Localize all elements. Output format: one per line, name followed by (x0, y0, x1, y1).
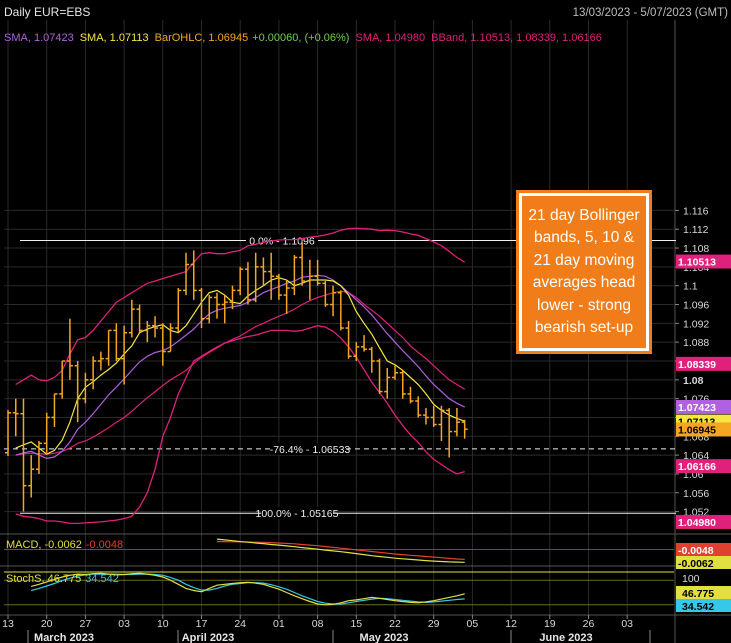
date-tick-label: 12 (505, 618, 517, 630)
price-tick-label: 1.1 (683, 281, 698, 293)
macd-legend-value2: -0.0048 (86, 539, 123, 551)
macd-legend: MACD, -0.0062 -0.0048 (6, 539, 123, 551)
price-tick-label: 1.108 (683, 243, 709, 255)
month-label: June 2023 (539, 632, 592, 643)
fib-label: 0.0% - 1.1096 (249, 236, 315, 248)
date-tick-label: 05 (467, 618, 479, 630)
month-label: March 2023 (34, 632, 94, 643)
legend-sma3-value: 1.04980 (385, 32, 425, 44)
price-tick-label: 1.116 (683, 205, 709, 217)
legend-bband-name: BBand, (431, 32, 470, 44)
legend-ohlc-name: BarOHLC, (155, 32, 209, 44)
date-tick-label: 01 (273, 618, 285, 630)
stoch-tag-label: 46.775 (682, 588, 714, 600)
date-tick-label: 15 (350, 618, 362, 630)
main-legend: SMA, 1.07423 SMA, 1.07113 BarOHLC, 1.06945… (4, 32, 602, 44)
legend-bband-values: 1.10513, 1.08339, 1.06166 (470, 32, 602, 44)
chart-title: Daily EUR=EBS (4, 5, 90, 19)
price-tick-label: 1.08 (683, 375, 704, 387)
date-tick-label: 29 (428, 618, 440, 630)
date-tick-label: 27 (80, 618, 92, 630)
price-tick-label: 1.092 (683, 318, 709, 330)
price-tag-label: 1.04980 (678, 517, 716, 529)
date-tick-label: 03 (621, 618, 633, 630)
legend-sma3-name: SMA, (355, 32, 385, 44)
annotation-callout: 21 day Bollinger bands, 5, 10 & 21 day m… (516, 190, 652, 354)
date-tick-label: 17 (196, 618, 208, 630)
legend-ohlc-change: +0.00060, (+0.06%) (252, 32, 349, 44)
stoch-tag-label: 34.542 (682, 601, 714, 613)
legend-sma1-value: 1.07423 (34, 32, 74, 44)
fib-label: 100.0% - 1.05165 (256, 508, 339, 520)
date-tick-label: 22 (389, 618, 401, 630)
date-tick-label: 13 (2, 618, 14, 630)
price-tag-label: 1.10513 (678, 257, 716, 269)
date-tick-label: 08 (312, 618, 324, 630)
macd-legend-value1: -0.0062 (45, 539, 82, 551)
chart-date-range: 13/03/2023 - 5/07/2023 (GMT) (573, 7, 729, 19)
date-tick-label: 20 (41, 618, 53, 630)
macd-legend-name: MACD, (6, 539, 45, 551)
macd-tag-label: -0.0062 (678, 558, 714, 570)
legend-sma1-name: SMA, (4, 32, 34, 44)
stoch-legend-value2: 34.542 (85, 573, 119, 585)
month-label: May 2023 (360, 632, 409, 643)
month-label: April 2023 (182, 632, 235, 643)
legend-ohlc-value: 1.06945 (208, 32, 248, 44)
stoch-legend-name: StochS, (6, 573, 48, 585)
macd-tag-label: -0.0048 (678, 545, 714, 557)
price-tag-label: 1.07423 (678, 402, 716, 414)
stoch-legend: StochS, 46.775 34.542 (6, 573, 119, 585)
legend-sma2-name: SMA, (80, 32, 110, 44)
annotation-callout-text: 21 day Bollinger bands, 5, 10 & 21 day m… (522, 196, 646, 348)
date-tick-label: 19 (544, 618, 556, 630)
price-tag-label: 1.06945 (678, 424, 716, 436)
stoch-legend-value1: 46.775 (48, 573, 82, 585)
stoch-tag-label: 100 (682, 573, 700, 585)
price-tick-label: 1.112 (683, 224, 709, 236)
legend-sma2-value: 1.07113 (110, 32, 149, 44)
fib-label: -76.4% - 1.06533 (270, 444, 351, 456)
price-tick-label: 1.056 (683, 488, 709, 500)
price-tag-label: 1.06166 (678, 461, 716, 473)
price-tag-label: 1.08339 (678, 359, 716, 371)
price-tick-label: 1.096 (683, 300, 709, 312)
date-tick-label: 26 (583, 618, 595, 630)
price-tick-label: 1.088 (683, 337, 709, 349)
date-tick-label: 03 (118, 618, 130, 630)
date-tick-label: 24 (234, 618, 246, 630)
date-tick-label: 10 (157, 618, 169, 630)
